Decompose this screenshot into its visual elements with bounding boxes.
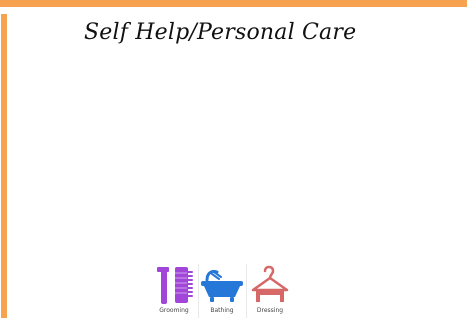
grooming-category-button[interactable]: Grooming bbox=[151, 263, 197, 318]
self-help-page: Self Help/Personal Care Grooming Bathing… bbox=[0, 0, 469, 318]
personal-care-icon-menu: Grooming Bathing Dressing bbox=[151, 263, 297, 318]
dressing-label: Dressing bbox=[256, 307, 284, 314]
dressing-category-button[interactable]: Dressing bbox=[247, 263, 293, 318]
bathtub-icon bbox=[201, 269, 243, 302]
top-orange-border bbox=[0, 0, 469, 7]
hanger-icon bbox=[251, 265, 289, 302]
grooming-label: Grooming bbox=[159, 307, 189, 314]
left-orange-border bbox=[1, 14, 7, 318]
grooming-icon bbox=[157, 267, 193, 304]
bathing-label: Bathing bbox=[210, 307, 234, 314]
bathing-category-button[interactable]: Bathing bbox=[199, 263, 245, 318]
page-title: Self Help/Personal Care bbox=[84, 20, 357, 45]
